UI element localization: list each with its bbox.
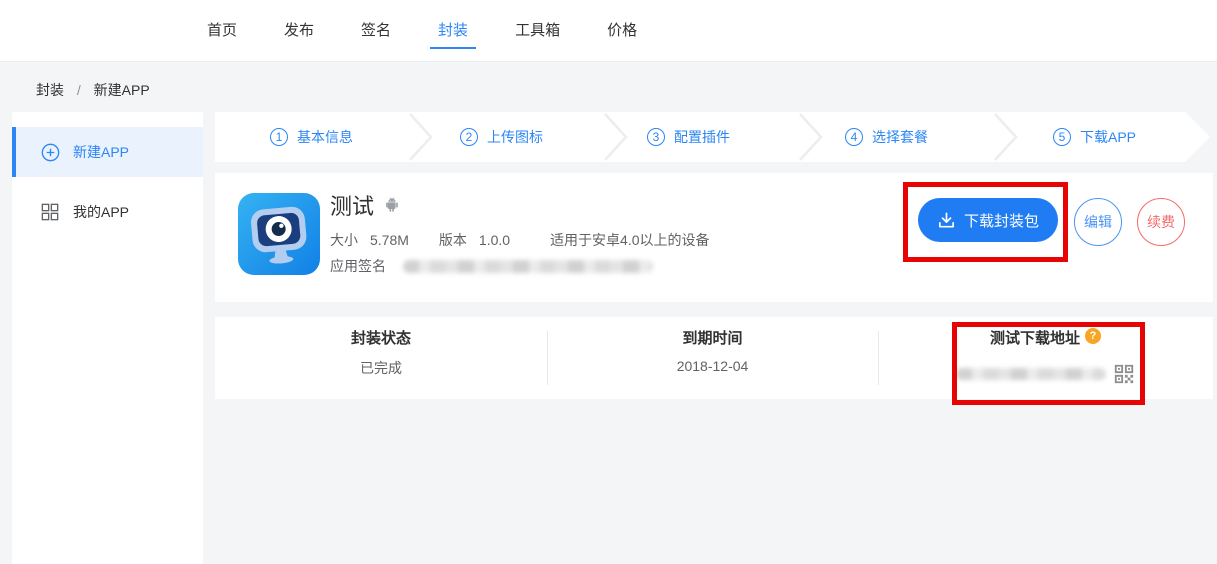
column-header: 封装状态	[215, 327, 547, 348]
step-separator-icon	[408, 112, 434, 162]
column-header: 测试下载地址?	[878, 327, 1213, 348]
download-icon	[937, 211, 956, 230]
renew-button-label: 续费	[1147, 212, 1175, 232]
signature-redacted-blur	[403, 260, 653, 273]
package-state-value: 已完成	[215, 358, 547, 378]
android-icon	[383, 196, 401, 214]
column-header: 到期时间	[547, 327, 878, 348]
app-name-row: 测试	[330, 189, 401, 221]
sidebar-item-my-apps[interactable]: 我的APP	[12, 187, 203, 237]
status-column-package-state: 封装状态 已完成	[215, 317, 547, 399]
step-separator-icon	[798, 112, 824, 162]
signature-label: 应用签名	[330, 256, 386, 276]
step-label: 下载APP	[1080, 127, 1136, 147]
breadcrumb: 封装 / 新建APP	[36, 80, 150, 100]
version-label: 版本	[439, 230, 467, 250]
sidebar-item-label: 新建APP	[73, 142, 129, 162]
tab-toolbox[interactable]: 工具箱	[515, 0, 560, 62]
expiry-date-value: 2018-12-04	[547, 358, 878, 374]
app-icon	[238, 193, 320, 275]
sidebar: 新建APP 我的APP	[12, 112, 203, 564]
test-download-url-row	[878, 363, 1213, 385]
status-column-test-download: 测试下载地址?	[878, 317, 1213, 399]
step-separator-icon	[603, 112, 629, 162]
size-label: 大小	[330, 230, 358, 250]
step-number: 2	[460, 128, 478, 146]
steps-wizard: 1 基本信息 2 上传图标 3 配置插件 4 选择套餐 5 下载APP	[215, 112, 1213, 162]
step-label: 配置插件	[674, 127, 730, 147]
step-number: 1	[270, 128, 288, 146]
signature-row: 应用签名	[330, 256, 653, 276]
plus-circle-icon	[40, 142, 60, 162]
renew-button[interactable]: 续费	[1137, 198, 1185, 246]
page: 首页 发布 签名 封装 工具箱 价格 封装 / 新建APP 新建APP 我的AP…	[0, 0, 1217, 564]
sidebar-item-new-app[interactable]: 新建APP	[12, 127, 203, 177]
url-redacted-blur	[956, 368, 1106, 380]
step-basic-info[interactable]: 1 基本信息	[270, 112, 353, 162]
step-separator-icon	[993, 112, 1019, 162]
test-download-header-label: 测试下载地址	[990, 330, 1080, 347]
version-value: 1.0.0	[479, 232, 510, 248]
tab-home[interactable]: 首页	[207, 0, 237, 62]
app-details: 大小 5.78M 版本 1.0.0 适用于安卓4.0以上的设备	[330, 230, 710, 250]
breadcrumb-page: 新建APP	[94, 82, 150, 98]
breadcrumb-section[interactable]: 封装	[36, 82, 64, 98]
step-number: 3	[647, 128, 665, 146]
app-name: 测试	[330, 189, 374, 221]
top-nav: 首页 发布 签名 封装 工具箱 价格	[0, 0, 1217, 62]
step-number: 4	[845, 128, 863, 146]
step-label: 基本信息	[297, 127, 353, 147]
tab-publish[interactable]: 发布	[284, 0, 314, 62]
download-package-button[interactable]: 下载封装包	[918, 198, 1058, 242]
compat-text: 适用于安卓4.0以上的设备	[550, 230, 709, 250]
status-panel: 封装状态 已完成 到期时间 2018-12-04 测试下载地址?	[215, 317, 1213, 399]
download-button-label: 下载封装包	[964, 210, 1039, 231]
step-number: 5	[1053, 128, 1071, 146]
size-value: 5.78M	[370, 232, 409, 248]
status-column-expiry: 到期时间 2018-12-04	[547, 317, 878, 399]
grid-icon	[40, 202, 60, 222]
help-icon[interactable]: ?	[1085, 328, 1101, 344]
step-upload-icon[interactable]: 2 上传图标	[460, 112, 543, 162]
edit-button[interactable]: 编辑	[1074, 198, 1122, 246]
tab-package[interactable]: 封装	[438, 0, 468, 62]
step-label: 上传图标	[487, 127, 543, 147]
tab-price[interactable]: 价格	[607, 0, 637, 62]
sidebar-item-label: 我的APP	[73, 202, 129, 222]
steps-end-arrow	[1185, 112, 1211, 162]
step-label: 选择套餐	[872, 127, 928, 147]
step-configure-plugins[interactable]: 3 配置插件	[647, 112, 730, 162]
breadcrumb-separator: /	[77, 82, 81, 98]
nav-tabs: 首页 发布 签名 封装 工具箱 价格	[207, 0, 637, 62]
qr-code-icon[interactable]	[1113, 363, 1135, 385]
step-download-app[interactable]: 5 下载APP	[1053, 112, 1136, 162]
tab-sign[interactable]: 签名	[361, 0, 391, 62]
edit-button-label: 编辑	[1084, 212, 1112, 232]
app-card: 测试 大小 5.78M 版本 1.0.0 适用于安卓4.0以上的设备 应用签名 …	[215, 173, 1213, 302]
step-select-plan[interactable]: 4 选择套餐	[845, 112, 928, 162]
